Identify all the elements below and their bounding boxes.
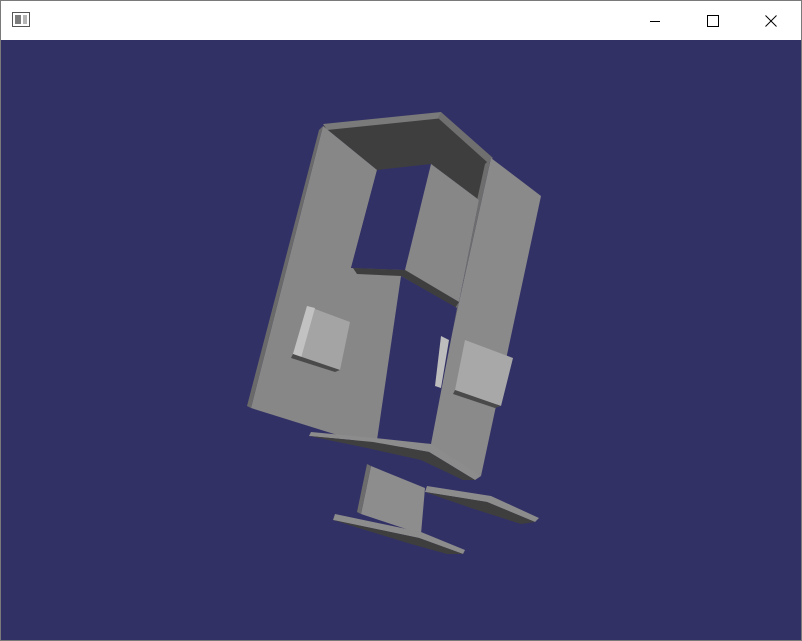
application-window	[0, 0, 802, 641]
3d-model-render	[247, 112, 541, 554]
app-icon-pane-right	[23, 15, 27, 24]
close-icon	[765, 14, 777, 27]
close-button[interactable]	[742, 1, 800, 40]
maximize-icon	[707, 14, 719, 27]
minimize-button[interactable]	[626, 1, 684, 40]
3d-viewport[interactable]	[1, 40, 801, 640]
title-bar[interactable]	[1, 1, 801, 40]
app-icon-pane-left	[15, 15, 21, 24]
app-window-icon[interactable]	[12, 12, 30, 27]
minimize-icon	[650, 20, 660, 22]
maximize-button[interactable]	[684, 1, 742, 40]
